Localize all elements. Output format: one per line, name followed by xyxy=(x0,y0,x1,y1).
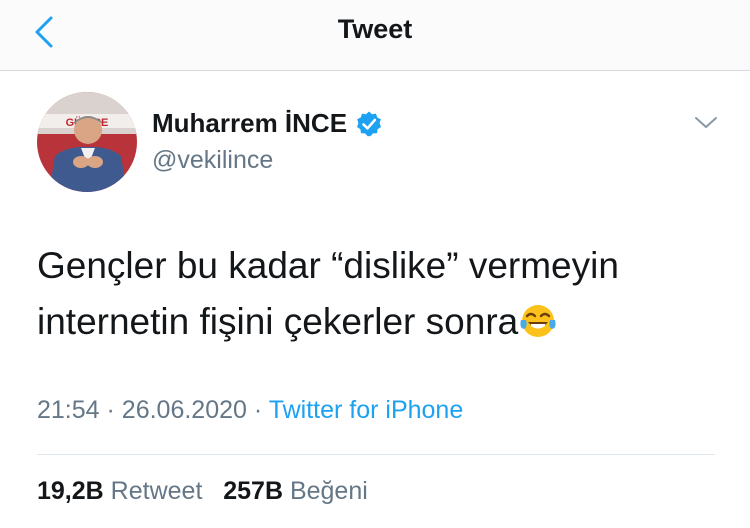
page-title: Tweet xyxy=(337,14,413,44)
divider xyxy=(37,454,715,455)
verified-badge-icon xyxy=(357,111,382,136)
retweet-count: 19,2B xyxy=(37,477,104,505)
tweet-stats: 19,2B Retweet 257B Beğeni xyxy=(37,477,368,506)
retweets-link[interactable]: 19,2B Retweet xyxy=(37,477,202,505)
avatar[interactable]: GÜ NCE xyxy=(37,92,137,192)
meta-separator: · xyxy=(106,396,115,424)
navigation-bar: Tweet xyxy=(0,0,750,71)
tweet-options-button[interactable] xyxy=(692,112,720,134)
tweet-text-line-1: Gençler bu kadar “dislike” vermeyin xyxy=(37,245,619,286)
author-name[interactable]: Muharrem İNCE xyxy=(152,108,347,139)
like-count: 257B xyxy=(223,477,283,505)
avatar-photo: GÜ NCE xyxy=(37,92,137,192)
author-handle[interactable]: @vekilince xyxy=(152,146,273,175)
meta-separator: · xyxy=(253,396,263,424)
face-with-tears-of-joy-icon xyxy=(520,305,556,337)
tweet-time: 21:54 xyxy=(37,396,100,424)
tweet-date: 26.06.2020 xyxy=(121,396,247,424)
author-name-row[interactable]: Muharrem İNCE xyxy=(152,108,383,139)
chevron-down-icon xyxy=(695,117,717,128)
tweet-meta: 21:54 · 26.06.2020 · Twitter for iPhone xyxy=(37,396,463,425)
tweet-source-link[interactable]: Twitter for iPhone xyxy=(269,396,464,424)
retweet-label: Retweet xyxy=(110,477,203,505)
tweet-text-line-2: internetin fişini çekerler sonra xyxy=(37,294,727,350)
tweet-text: Gençler bu kadar “dislike” vermeyin inte… xyxy=(37,238,727,350)
like-label: Beğeni xyxy=(289,477,368,505)
likes-link[interactable]: 257B Beğeni xyxy=(223,477,368,505)
tweet-text-line-2-text: internetin fişini çekerler sonra xyxy=(37,301,519,342)
